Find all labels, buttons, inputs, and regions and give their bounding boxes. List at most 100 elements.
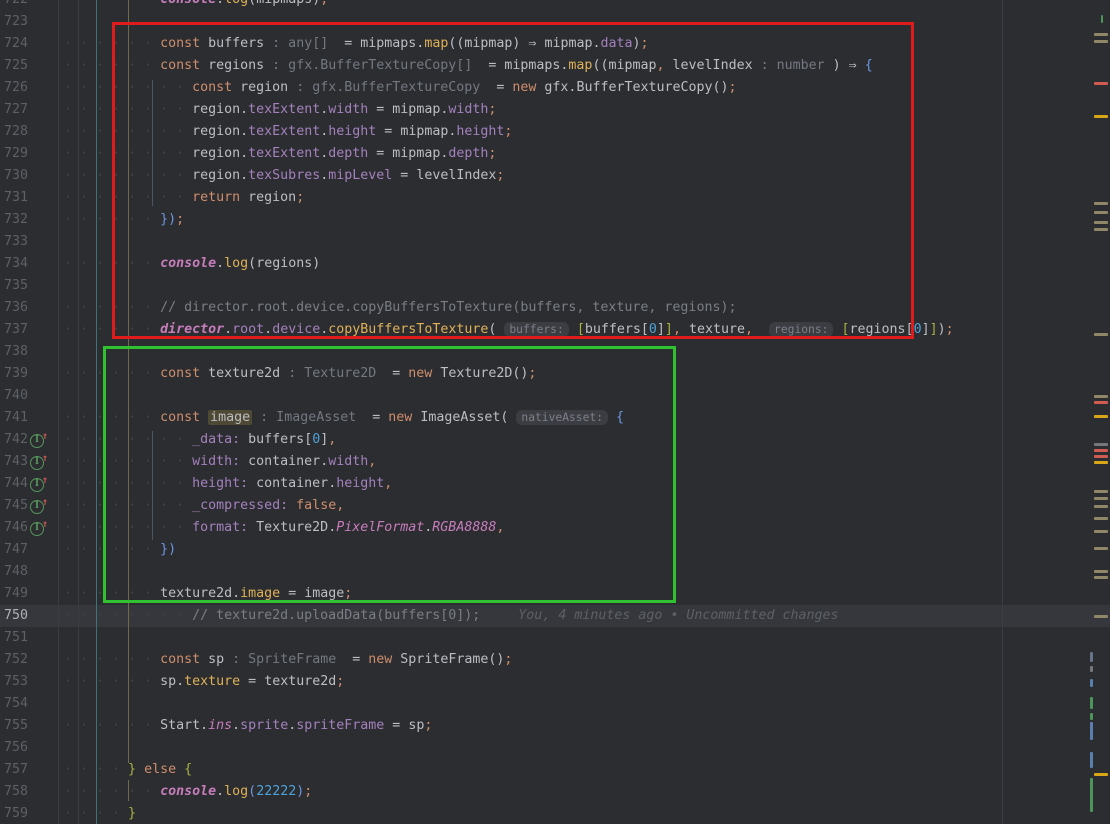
code-line[interactable]: 751 bbox=[0, 627, 1110, 649]
line-number[interactable]: 747 bbox=[4, 539, 38, 561]
error-stripe-mark[interactable] bbox=[1094, 395, 1108, 398]
line-number[interactable]: 726 bbox=[4, 77, 38, 99]
line-number[interactable]: 737 bbox=[4, 319, 38, 341]
error-stripe-mark[interactable] bbox=[1094, 570, 1108, 573]
line-number[interactable]: 750 bbox=[4, 605, 38, 627]
line-number[interactable]: 759 bbox=[4, 803, 38, 824]
error-stripe-mark[interactable] bbox=[1094, 547, 1108, 550]
code-token: console bbox=[160, 784, 217, 799]
error-stripe-mark[interactable] bbox=[1094, 773, 1108, 776]
error-stripe-mark[interactable] bbox=[1094, 490, 1108, 493]
code-token: () bbox=[488, 652, 505, 667]
error-stripe-mark[interactable] bbox=[1090, 722, 1093, 740]
line-number[interactable]: 748 bbox=[4, 561, 38, 583]
code-text: · · · · · · console.log(22222); bbox=[64, 781, 312, 803]
error-stripe-mark[interactable] bbox=[1090, 652, 1093, 662]
line-number[interactable]: 754 bbox=[4, 693, 38, 715]
line-number[interactable]: 722 bbox=[4, 0, 38, 11]
code-editor[interactable]: 722· · · · · · console.log(mipmaps);7237… bbox=[0, 0, 1110, 824]
error-stripe-mark[interactable] bbox=[1094, 497, 1108, 500]
code-line[interactable]: 722 · · · · · · console.log(mipmaps); bbox=[0, 0, 1110, 11]
line-number[interactable]: 730 bbox=[4, 165, 38, 187]
line-number[interactable]: 733 bbox=[4, 231, 38, 253]
line-number[interactable]: 749 bbox=[4, 583, 38, 605]
code-token: ; bbox=[336, 674, 345, 689]
code-token: . bbox=[216, 0, 224, 7]
line-number[interactable]: 729 bbox=[4, 143, 38, 165]
code-token: . bbox=[232, 718, 241, 733]
error-stripe-mark[interactable] bbox=[1094, 461, 1108, 464]
code-line[interactable]: 758 · · · · · · console.log(22222); bbox=[0, 781, 1110, 803]
line-number[interactable]: 755 bbox=[4, 715, 38, 737]
code-line[interactable]: 755 · · · · · · Start.ins.sprite.spriteFr… bbox=[0, 715, 1110, 737]
error-stripe-mark[interactable] bbox=[1094, 576, 1108, 579]
error-stripe-mark[interactable] bbox=[1094, 517, 1108, 520]
error-stripe-mark[interactable] bbox=[1090, 666, 1093, 672]
error-stripe-mark[interactable] bbox=[1094, 415, 1108, 418]
code-token: ] bbox=[929, 322, 938, 337]
error-stripe-mark[interactable] bbox=[1094, 443, 1108, 446]
line-number[interactable]: 753 bbox=[4, 671, 38, 693]
line-number[interactable]: 752 bbox=[4, 649, 38, 671]
line-number[interactable]: 736 bbox=[4, 297, 38, 319]
error-stripe-mark[interactable] bbox=[1094, 228, 1108, 231]
error-stripe-mark[interactable] bbox=[1094, 82, 1108, 85]
line-number[interactable]: 756 bbox=[4, 737, 38, 759]
line-number[interactable]: 725 bbox=[4, 55, 38, 77]
error-stripe-mark[interactable] bbox=[1094, 202, 1108, 205]
error-stripe-mark[interactable] bbox=[1090, 713, 1093, 720]
error-stripe-mark[interactable] bbox=[1094, 221, 1108, 224]
error-stripe-mark[interactable] bbox=[1094, 40, 1108, 43]
indent-guide bbox=[128, 780, 129, 801]
code-line[interactable]: 754 bbox=[0, 693, 1110, 715]
error-stripe-mark[interactable] bbox=[1094, 401, 1108, 404]
code-token: ; bbox=[945, 322, 954, 337]
navigate-to-super-arrow-icon[interactable]: ↑ bbox=[42, 519, 48, 531]
line-number[interactable]: 735 bbox=[4, 275, 38, 297]
error-stripe-mark[interactable] bbox=[1090, 752, 1093, 768]
error-stripe-mark[interactable] bbox=[1094, 333, 1108, 336]
error-stripe-mark[interactable] bbox=[1090, 679, 1093, 687]
code-line[interactable]: 752 · · · · · · const sp : SpriteFrame = … bbox=[0, 649, 1110, 671]
code-token: : SpriteFrame bbox=[232, 652, 345, 667]
line-number[interactable]: 724 bbox=[4, 33, 38, 55]
error-stripe-mark[interactable] bbox=[1094, 505, 1108, 508]
line-number[interactable]: 738 bbox=[4, 341, 38, 363]
line-number[interactable]: 741 bbox=[4, 407, 38, 429]
navigate-to-super-arrow-icon[interactable]: ↑ bbox=[42, 475, 48, 487]
line-number[interactable]: 751 bbox=[4, 627, 38, 649]
error-stripe-mark[interactable] bbox=[1094, 455, 1108, 458]
error-stripe-mark[interactable] bbox=[1090, 697, 1093, 709]
error-stripe-mark[interactable] bbox=[1094, 449, 1108, 452]
error-stripe-mark[interactable] bbox=[1094, 115, 1108, 118]
line-number[interactable]: 739 bbox=[4, 363, 38, 385]
navigate-to-super-arrow-icon[interactable]: ↑ bbox=[42, 453, 48, 465]
navigate-to-super-arrow-icon[interactable]: ↑ bbox=[42, 431, 48, 443]
code-line[interactable]: 757 · · · · } else { bbox=[0, 759, 1110, 781]
code-line[interactable]: 753 · · · · · · sp.texture = texture2d; bbox=[0, 671, 1110, 693]
error-stripe-mark[interactable] bbox=[1094, 530, 1108, 533]
line-number[interactable]: 727 bbox=[4, 99, 38, 121]
line-number[interactable]: 728 bbox=[4, 121, 38, 143]
line-number[interactable]: 758 bbox=[4, 781, 38, 803]
error-stripe-mark[interactable] bbox=[1101, 15, 1103, 23]
error-stripe-mark[interactable] bbox=[1094, 615, 1108, 618]
error-stripe-mark[interactable] bbox=[1090, 778, 1093, 812]
code-token: mipmaps bbox=[256, 0, 312, 7]
line-number[interactable]: 734 bbox=[4, 253, 38, 275]
line-number[interactable]: 731 bbox=[4, 187, 38, 209]
code-token: ) bbox=[937, 322, 946, 337]
code-line[interactable]: 750 · · · · · · · · // texture2d.uploadDa… bbox=[0, 605, 1110, 627]
line-number[interactable]: 732 bbox=[4, 209, 38, 231]
code-line[interactable]: 756 bbox=[0, 737, 1110, 759]
line-number[interactable]: 740 bbox=[4, 385, 38, 407]
code-token: . bbox=[176, 674, 185, 689]
code-token: ( bbox=[248, 784, 257, 799]
error-stripe-mark[interactable] bbox=[1094, 33, 1108, 36]
code-line[interactable]: 759 · · · · } bbox=[0, 803, 1110, 824]
code-text: · · · · } bbox=[64, 803, 136, 824]
error-stripe-mark[interactable] bbox=[1094, 211, 1108, 214]
line-number[interactable]: 757 bbox=[4, 759, 38, 781]
navigate-to-super-arrow-icon[interactable]: ↑ bbox=[42, 497, 48, 509]
line-number[interactable]: 723 bbox=[4, 11, 38, 33]
